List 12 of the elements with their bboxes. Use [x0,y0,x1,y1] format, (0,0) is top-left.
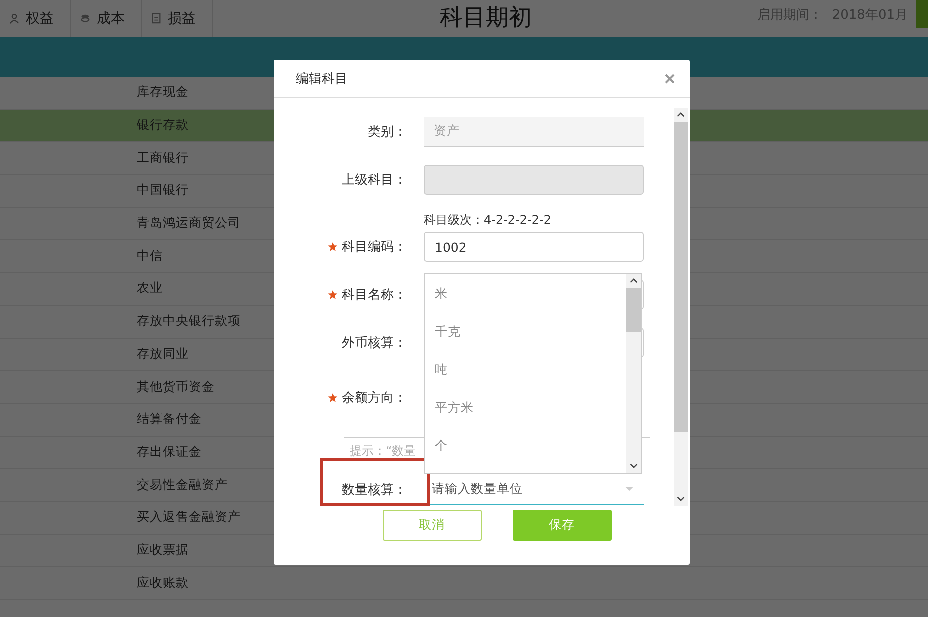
field-label: 科目编码： [342,239,407,256]
field-label: 余额方向： [342,390,407,407]
field-label: 类别： [368,124,407,141]
dialog-title: 编辑科目 [296,70,348,88]
page-title: 科目期初 [440,4,532,33]
field-label: 科目名称： [342,287,407,304]
field-label: 数量核算： [342,482,407,499]
field-label: 外币核算： [342,335,407,352]
level-note: 科目级次：4-2-2-2-2-2 [424,213,552,227]
category-field: 资产 [424,117,644,147]
field-label: 上级科目： [342,172,407,189]
hint-text: 提示：“数量 [350,444,416,458]
